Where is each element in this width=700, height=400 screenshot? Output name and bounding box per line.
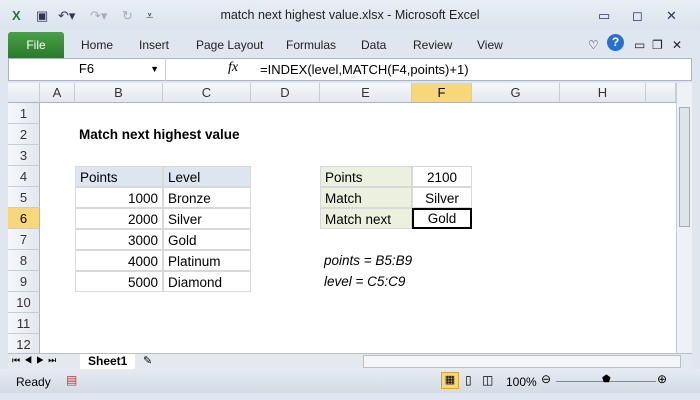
- tab-data[interactable]: Data: [361, 38, 386, 52]
- doc-minimize-icon[interactable]: ▭: [634, 38, 645, 52]
- lookup-label[interactable]: Points: [320, 166, 412, 187]
- named-range-note: level = C5:C9: [324, 274, 406, 289]
- row-header[interactable]: 7: [8, 229, 40, 250]
- column-header-b[interactable]: B: [75, 83, 163, 103]
- column-header-d[interactable]: D: [251, 83, 320, 103]
- tab-home[interactable]: Home: [81, 38, 113, 52]
- column-header-f[interactable]: F: [412, 83, 472, 103]
- doc-close-icon[interactable]: ✕: [672, 38, 682, 52]
- table-cell[interactable]: Platinum: [163, 250, 251, 271]
- lookup-label[interactable]: Match: [320, 187, 412, 208]
- page-break-view-icon[interactable]: ◫: [482, 373, 493, 387]
- close-icon[interactable]: ✕: [666, 8, 677, 24]
- insert-function-icon[interactable]: fx: [228, 60, 238, 76]
- row-header[interactable]: 3: [8, 145, 40, 166]
- insert-sheet-icon[interactable]: ✎: [143, 354, 152, 367]
- macro-record-icon[interactable]: ▤: [66, 373, 77, 387]
- normal-view-icon[interactable]: ▦: [441, 372, 459, 389]
- vertical-scrollbar[interactable]: [676, 83, 692, 353]
- tab-page-layout[interactable]: Page Layout: [196, 38, 263, 52]
- table-cell[interactable]: 4000: [75, 250, 163, 271]
- lookup-value[interactable]: 2100: [412, 166, 472, 187]
- minimize-icon[interactable]: ▭: [598, 8, 610, 24]
- sheet-tabs-bar: ⏮◀▶⏭ Sheet1 ✎: [8, 353, 692, 369]
- active-cell-f6[interactable]: Gold: [412, 208, 472, 229]
- zoom-level[interactable]: 100%: [506, 375, 537, 389]
- horizontal-scrollbar[interactable]: [363, 355, 681, 368]
- row-header[interactable]: 8: [8, 250, 40, 271]
- scroll-thumb[interactable]: [679, 107, 690, 227]
- tab-file[interactable]: File: [8, 32, 64, 58]
- lookup-value[interactable]: Silver: [412, 187, 472, 208]
- tab-view[interactable]: View: [477, 38, 503, 52]
- table-header-points[interactable]: Points: [75, 166, 163, 187]
- row-header[interactable]: 6: [8, 208, 40, 229]
- chevron-down-icon[interactable]: ▼: [150, 58, 159, 80]
- column-header-extra[interactable]: [646, 83, 676, 103]
- row-header[interactable]: 2: [8, 124, 40, 145]
- column-header-h[interactable]: H: [560, 83, 646, 103]
- tab-review[interactable]: Review: [413, 38, 452, 52]
- table-cell[interactable]: Gold: [163, 229, 251, 250]
- table-cell[interactable]: 5000: [75, 271, 163, 292]
- row-header[interactable]: 4: [8, 166, 40, 187]
- table-cell[interactable]: Diamond: [163, 271, 251, 292]
- maximize-icon[interactable]: ◻: [632, 8, 643, 24]
- table-cell[interactable]: 1000: [75, 187, 163, 208]
- column-header-g[interactable]: G: [472, 83, 560, 103]
- column-header-c[interactable]: C: [163, 83, 251, 103]
- select-all-corner[interactable]: [8, 83, 40, 103]
- table-header-level[interactable]: Level: [163, 166, 251, 187]
- formula-input[interactable]: =INDEX(level,MATCH(F4,points)+1): [260, 62, 469, 77]
- minimize-ribbon-icon[interactable]: ♡: [588, 38, 599, 52]
- table-cell[interactable]: Bronze: [163, 187, 251, 208]
- zoom-slider-thumb[interactable]: ⬟: [602, 374, 611, 385]
- row-header[interactable]: 1: [8, 103, 40, 124]
- page-layout-view-icon[interactable]: ▯: [465, 373, 472, 387]
- worksheet-grid[interactable]: A B C D E F G H 1 2 3 4 5 6 7 8 9 10 11 …: [8, 83, 676, 353]
- doc-restore-icon[interactable]: ❐: [652, 38, 663, 52]
- row-header[interactable]: 10: [8, 292, 40, 313]
- table-cell[interactable]: Silver: [163, 208, 251, 229]
- sheet-nav-icons[interactable]: ⏮◀▶⏭: [12, 355, 60, 366]
- row-header[interactable]: 9: [8, 271, 40, 292]
- row-header[interactable]: 11: [8, 313, 40, 334]
- status-bar: Ready ▤ ▦ ▯ ◫ 100% ⊖ ⬟ ⊕: [0, 369, 700, 393]
- named-range-note: points = B5:B9: [324, 253, 413, 268]
- column-header-a[interactable]: A: [40, 83, 75, 103]
- zoom-out-icon[interactable]: ⊖: [541, 372, 551, 386]
- name-box-value: F6: [78, 61, 95, 76]
- row-header[interactable]: 12: [8, 334, 40, 353]
- title-bar: X ▣ ↶▾ ↷▾ ↻ ⩡ match next highest value.x…: [0, 0, 700, 30]
- window-title: match next highest value.xlsx - Microsof…: [220, 8, 480, 22]
- tab-formulas[interactable]: Formulas: [286, 38, 336, 52]
- column-header-e[interactable]: E: [320, 83, 412, 103]
- sheet-heading: Match next highest value: [79, 127, 240, 142]
- help-icon[interactable]: ?: [607, 34, 624, 51]
- table-cell[interactable]: 2000: [75, 208, 163, 229]
- name-box[interactable]: F6 ▼: [8, 58, 166, 81]
- tab-insert[interactable]: Insert: [139, 38, 169, 52]
- sheet-tab-sheet1[interactable]: Sheet1: [80, 354, 136, 369]
- lookup-label[interactable]: Match next: [320, 208, 412, 229]
- status-ready: Ready: [16, 375, 51, 389]
- table-cell[interactable]: 3000: [75, 229, 163, 250]
- row-header[interactable]: 5: [8, 187, 40, 208]
- zoom-in-icon[interactable]: ⊕: [657, 372, 667, 386]
